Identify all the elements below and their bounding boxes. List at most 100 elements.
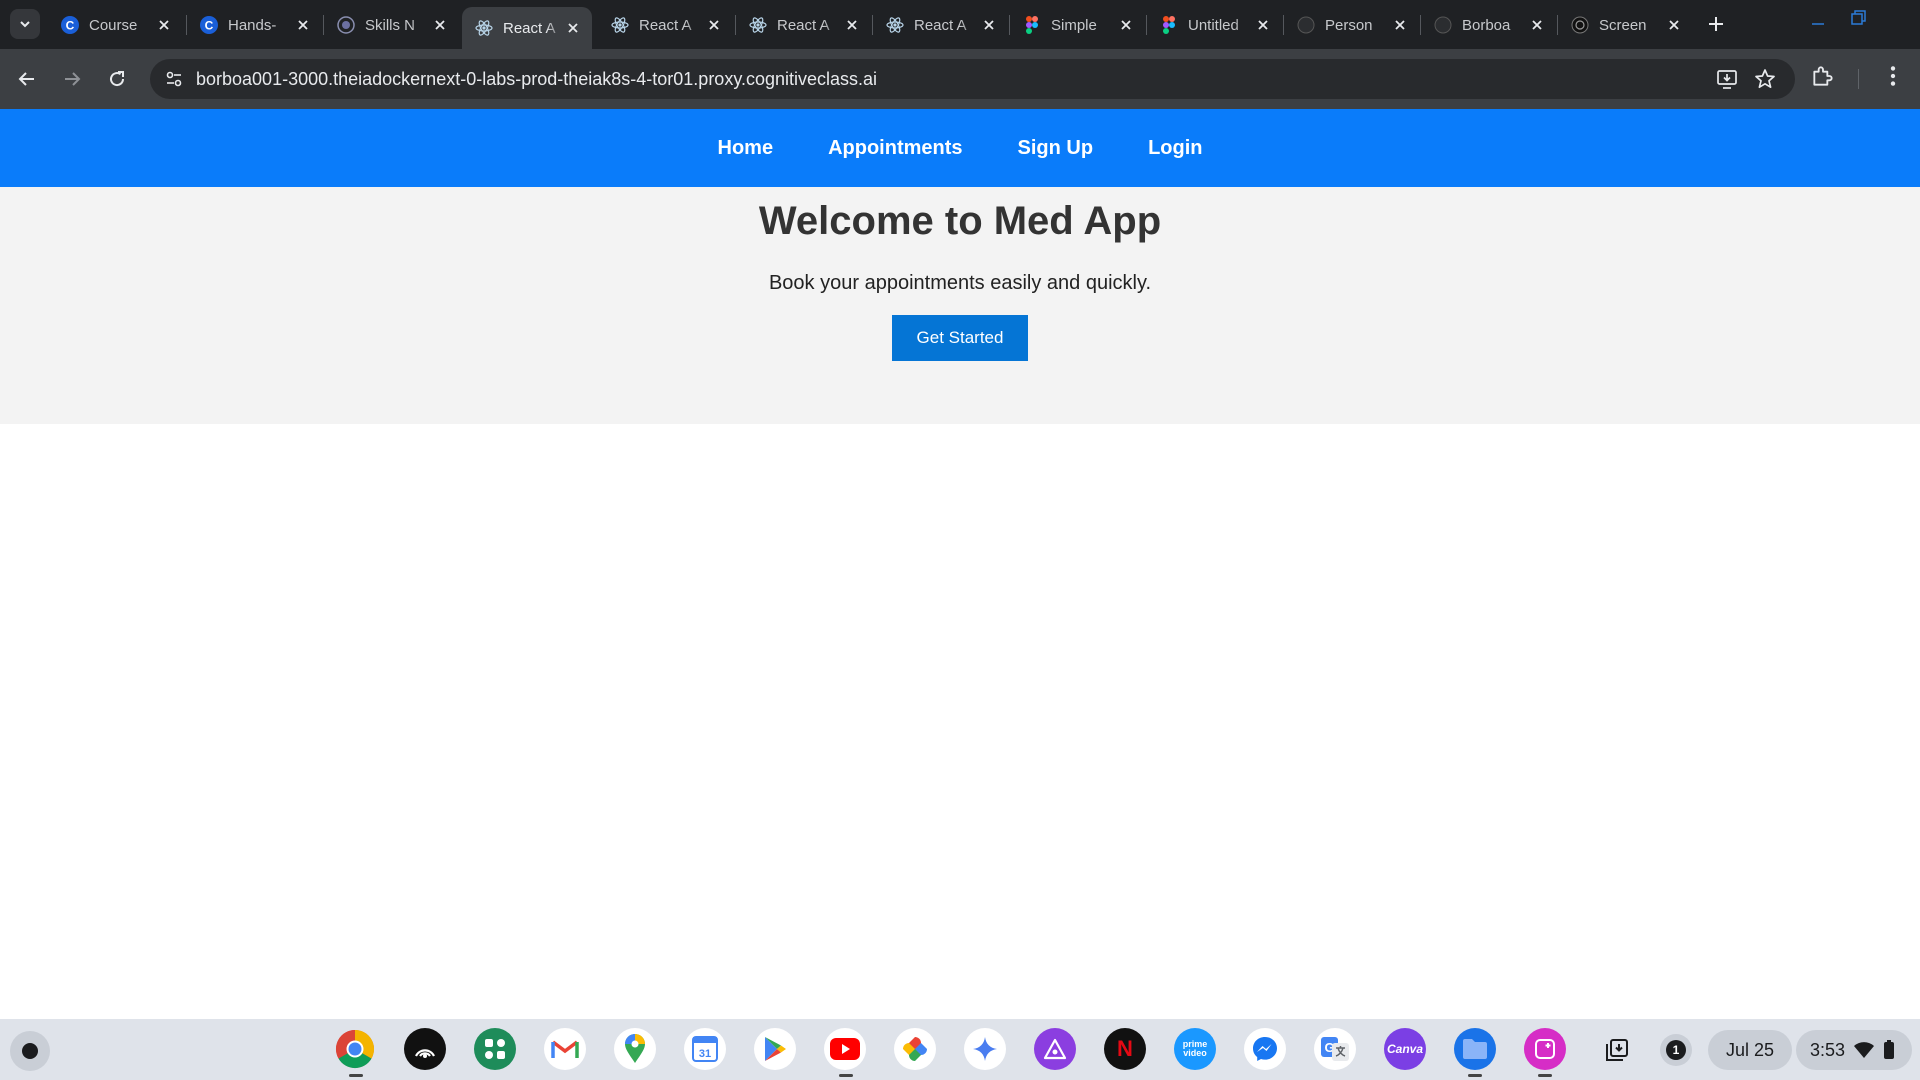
forward-button[interactable] — [56, 63, 88, 95]
tab-strip: C Course C Hands- Skills N React A React… — [0, 0, 1920, 49]
arrow-right-icon — [65, 72, 81, 86]
calendar-icon[interactable]: 31 — [684, 1028, 726, 1070]
hero-subtitle: Book your appointments easily and quickl… — [768, 272, 1152, 294]
notification-button[interactable]: 1 — [1660, 1034, 1692, 1066]
gemini-icon[interactable] — [964, 1028, 1006, 1070]
tab-title: React A — [914, 16, 967, 34]
hero-title: Welcome to Med App — [758, 199, 1162, 243]
address-bar[interactable]: borboa001-3000.theiadockernext-0-labs-pr… — [150, 59, 1795, 99]
play-store-icon[interactable] — [754, 1028, 796, 1070]
close-icon[interactable] — [564, 19, 582, 37]
window-controls — [1810, 10, 1866, 26]
tab-react-4[interactable]: React A — [873, 7, 1008, 43]
screencast-icon[interactable] — [1524, 1028, 1566, 1070]
figma-icon — [1160, 16, 1178, 34]
hero-section: Welcome to Med App Book your appointment… — [0, 187, 1920, 424]
nav-appointments-link[interactable]: Appointments — [828, 137, 962, 160]
svg-text:C: C — [205, 19, 214, 33]
tab-title: Untitled — [1188, 16, 1239, 34]
tab-figma-simple[interactable]: Simple — [1010, 7, 1145, 43]
figma-icon — [1023, 16, 1041, 34]
new-tab-button[interactable] — [1703, 11, 1729, 37]
close-icon[interactable] — [843, 16, 861, 34]
podcast-icon[interactable] — [404, 1028, 446, 1070]
chrome-icon[interactable] — [334, 1028, 376, 1070]
apps-icon[interactable] — [474, 1028, 516, 1070]
battery-icon — [1884, 1040, 1895, 1059]
url-text[interactable]: borboa001-3000.theiadockernext-0-labs-pr… — [196, 69, 877, 90]
close-icon[interactable] — [1117, 16, 1135, 34]
close-icon[interactable] — [155, 16, 173, 34]
close-icon[interactable] — [1528, 16, 1546, 34]
tab-react-active[interactable]: React A — [462, 7, 592, 49]
tab-react-3[interactable]: React A — [736, 7, 871, 43]
google-translate-icon[interactable]: G — [1314, 1028, 1356, 1070]
tab-title: Skills N — [365, 16, 416, 34]
tab-search-button[interactable] — [10, 9, 40, 39]
tab-course[interactable]: C Course — [48, 7, 183, 43]
affinity-icon[interactable] — [1034, 1028, 1076, 1070]
reload-button[interactable] — [101, 63, 133, 95]
tab-figma-untitled[interactable]: Untitled — [1147, 7, 1282, 43]
netflix-icon[interactable]: N — [1104, 1028, 1146, 1070]
cognitiveclass-icon: C — [61, 16, 79, 34]
bookmark-star-icon[interactable] — [1753, 67, 1777, 96]
tab-github-person[interactable]: Person — [1284, 7, 1419, 43]
close-icon[interactable] — [705, 16, 723, 34]
github-icon — [1297, 16, 1315, 34]
prime-video-icon[interactable]: prime video — [1174, 1028, 1216, 1070]
maps-icon[interactable] — [614, 1028, 656, 1070]
nav-signup-link[interactable]: Sign Up — [1018, 137, 1094, 160]
tune-icon — [166, 71, 182, 87]
launcher-button[interactable] — [10, 1031, 50, 1071]
tab-title: React A — [639, 16, 692, 34]
tab-react-2[interactable]: React A — [598, 7, 733, 43]
tab-title: Simple — [1051, 16, 1097, 34]
photos-icon[interactable] — [894, 1028, 936, 1070]
close-icon[interactable] — [980, 16, 998, 34]
restore-icon[interactable] — [1850, 10, 1866, 26]
extensions-button[interactable] — [1810, 63, 1836, 94]
close-icon[interactable] — [1665, 16, 1683, 34]
gmail-icon[interactable] — [544, 1028, 586, 1070]
canva-icon[interactable]: Canva — [1384, 1028, 1426, 1070]
tab-screen[interactable]: Screen — [1558, 7, 1693, 43]
tab-github-borboa[interactable]: Borboa — [1421, 7, 1556, 43]
nav-home-link[interactable]: Home — [718, 137, 774, 160]
youtube-icon[interactable] — [824, 1028, 866, 1070]
react-icon — [475, 19, 493, 37]
files-icon[interactable] — [1454, 1028, 1496, 1070]
back-button[interactable] — [11, 63, 43, 95]
tab-title: Screen — [1599, 16, 1647, 34]
close-icon[interactable] — [294, 16, 312, 34]
tab-title: Course — [89, 16, 138, 34]
close-icon[interactable] — [431, 16, 449, 34]
web-page: Home Appointments Sign Up Login Welcome … — [0, 109, 1920, 1019]
svg-text:C: C — [66, 19, 75, 33]
running-indicator — [1468, 1074, 1482, 1077]
messenger-icon[interactable] — [1244, 1028, 1286, 1070]
install-app-icon[interactable] — [1715, 67, 1739, 96]
skills-network-icon — [337, 16, 355, 34]
minimize-icon[interactable] — [1810, 10, 1826, 26]
browser-menu-button[interactable] — [1880, 63, 1906, 94]
site-info-button[interactable] — [160, 65, 188, 93]
close-icon[interactable] — [1254, 16, 1272, 34]
status-area-button[interactable]: 3:53 — [1796, 1030, 1912, 1070]
react-icon — [749, 16, 767, 34]
holding-space-icon — [1606, 1039, 1628, 1061]
nav-login-link[interactable]: Login — [1148, 137, 1202, 160]
running-indicator — [349, 1074, 363, 1077]
tab-title: Person — [1325, 16, 1373, 34]
date-button[interactable]: Jul 25 — [1708, 1030, 1792, 1070]
browser-toolbar: borboa001-3000.theiadockernext-0-labs-pr… — [0, 49, 1920, 109]
close-icon[interactable] — [1391, 16, 1409, 34]
get-started-button[interactable]: Get Started — [892, 315, 1028, 361]
tab-skills-network[interactable]: Skills N — [324, 7, 459, 43]
launcher-icon — [22, 1043, 38, 1059]
site-navbar: Home Appointments Sign Up Login — [0, 109, 1920, 187]
chevron-down-icon — [20, 21, 30, 28]
tab-hands-on[interactable]: C Hands- — [187, 7, 322, 43]
tab-title: Hands- — [228, 16, 277, 34]
holding-space-button[interactable] — [1600, 1033, 1634, 1067]
